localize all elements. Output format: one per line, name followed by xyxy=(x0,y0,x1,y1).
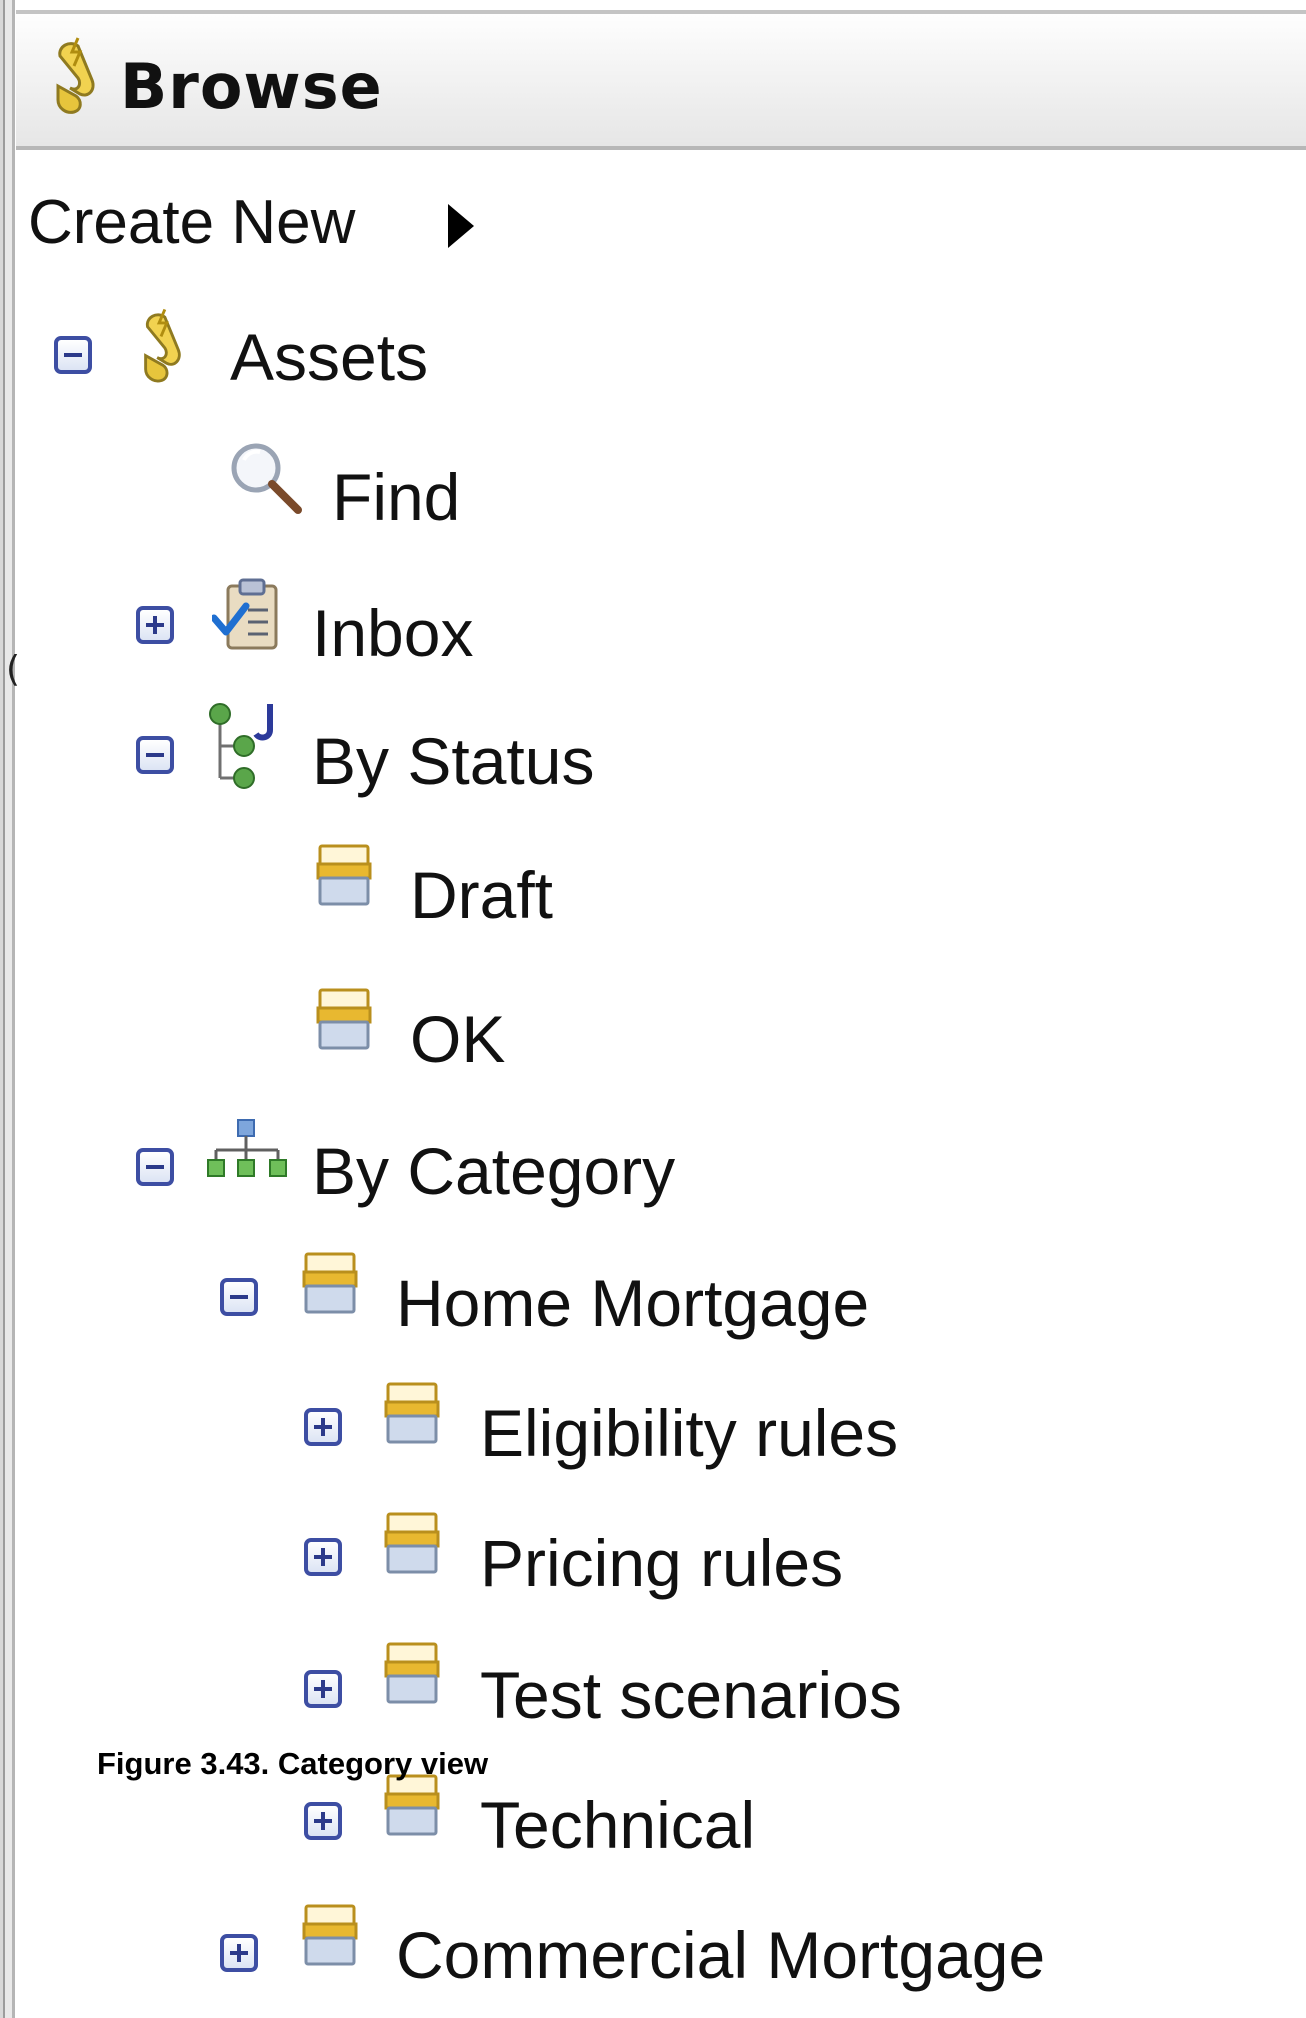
folder-tray-icon xyxy=(316,844,372,906)
lightning-scroll-icon xyxy=(144,308,181,383)
magnifier-icon xyxy=(231,443,302,514)
expand-toggle-icon[interactable] xyxy=(304,1802,342,1840)
tree-node-label: Eligibility rules xyxy=(480,1396,899,1470)
tree-node-eligibility-rules[interactable]: Eligibility rules xyxy=(40,1376,1290,1486)
figure-caption: Figure 3.43. Category view xyxy=(97,1746,489,1781)
lightning-scroll-icon xyxy=(56,37,95,114)
clipboard-check-icon xyxy=(212,578,278,650)
tree-node-assets[interactable]: Assets xyxy=(40,306,1290,416)
folder-tray-icon xyxy=(302,1252,358,1314)
submenu-arrow-icon[interactable] xyxy=(448,204,474,248)
expand-toggle-icon[interactable] xyxy=(304,1538,342,1576)
expand-toggle-icon[interactable] xyxy=(220,1934,258,1972)
tree-node-label: Assets xyxy=(230,320,429,394)
tree-node-inbox[interactable]: Inbox xyxy=(40,576,1290,686)
collapse-toggle-icon[interactable] xyxy=(54,336,92,374)
tree-node-label: Test scenarios xyxy=(480,1658,902,1732)
folder-tray-icon xyxy=(384,1382,440,1444)
tree-node-commercial-mortgage[interactable]: Commercial Mortgage xyxy=(40,1900,1290,2010)
collapse-toggle-icon[interactable] xyxy=(136,1148,174,1186)
expand-toggle-icon[interactable] xyxy=(136,606,174,644)
folder-tray-icon xyxy=(384,1512,440,1574)
browse-panel: ( Browse Create New Assets Find Inbox By… xyxy=(0,0,1306,2018)
create-new-menu[interactable]: Create New xyxy=(28,192,355,254)
tree-node-technical[interactable]: Technical xyxy=(40,1770,1290,1880)
panel-title: Browse xyxy=(120,50,383,123)
tree-node-label: Commercial Mortgage xyxy=(396,1918,1046,1992)
tree-node-label: By Category xyxy=(312,1134,676,1208)
collapse-toggle-icon[interactable] xyxy=(220,1278,258,1316)
hierarchy-icon xyxy=(207,1119,287,1177)
tree-node-test-scenarios[interactable]: Test scenarios xyxy=(40,1636,1290,1746)
panel-header[interactable]: Browse xyxy=(16,10,1306,150)
tree-node-label: OK xyxy=(410,1002,506,1076)
tree-node-label: Find xyxy=(332,460,461,534)
tree-node-home-mortgage[interactable]: Home Mortgage xyxy=(40,1244,1290,1354)
tree-node-label: Home Mortgage xyxy=(396,1266,870,1340)
tree-node-pricing-rules[interactable]: Pricing rules xyxy=(40,1506,1290,1616)
tree-node-by-status[interactable]: By Status xyxy=(40,700,1290,810)
collapse-toggle-icon[interactable] xyxy=(136,736,174,774)
tree-node-by-category[interactable]: By Category xyxy=(40,1116,1290,1226)
tree-node-find[interactable]: Find xyxy=(40,440,1290,550)
panel-left-border xyxy=(0,0,16,2018)
folder-tray-icon xyxy=(316,988,372,1050)
panel-left-notch: ( xyxy=(6,649,21,690)
tree-node-label: Inbox xyxy=(312,596,474,670)
expand-toggle-icon[interactable] xyxy=(304,1408,342,1446)
tree-node-label: Pricing rules xyxy=(480,1526,844,1600)
tree-node-label: By Status xyxy=(312,724,595,798)
tree-node-label: Technical xyxy=(480,1788,756,1862)
tree-node-label: Draft xyxy=(410,858,554,932)
tree-node-draft[interactable]: Draft xyxy=(40,836,1290,946)
tree-node-ok[interactable]: OK xyxy=(40,974,1290,1084)
folder-tray-icon xyxy=(384,1642,440,1704)
folder-tray-icon xyxy=(302,1904,358,1966)
folder-tray-icon xyxy=(384,1774,440,1836)
expand-toggle-icon[interactable] xyxy=(304,1670,342,1708)
status-tree-icon xyxy=(209,703,273,789)
